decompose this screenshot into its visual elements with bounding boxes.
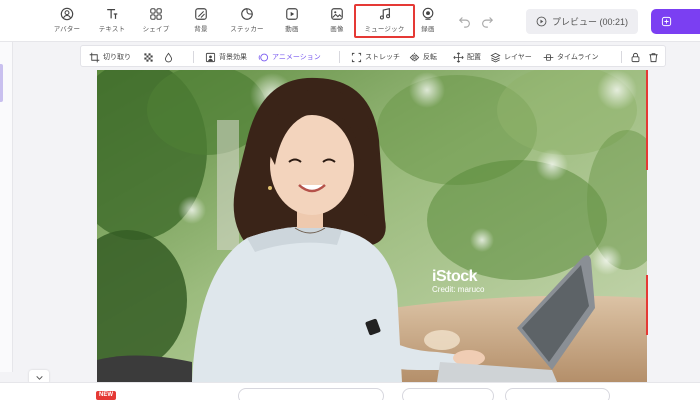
opacity-button[interactable] [163,50,174,64]
flip-label: 反転 [423,54,437,61]
lock-icon [631,52,640,62]
watermark: iStock Credit: maruco [432,268,512,294]
new-badge: NEW [96,391,116,400]
stretch-button[interactable]: ストレッチ [351,50,400,64]
photo-woman-with-laptop [97,70,647,382]
export-button[interactable] [651,9,700,34]
flip-icon [409,52,420,62]
divider [339,51,340,63]
trash-icon [649,52,658,62]
bottom-control[interactable] [238,388,384,400]
tool-label: 録画 [421,26,435,33]
tool-shape[interactable]: シェイプ [133,7,179,37]
layer-label: レイヤー [504,54,532,61]
tool-avatar[interactable]: アバター [44,7,90,37]
crop-button[interactable]: 切り取り [89,50,131,64]
tool-label: アバター [53,26,81,33]
tool-text[interactable]: テキスト [89,7,135,37]
crop-label: 切り取り [103,54,131,61]
text-icon [107,9,118,19]
selection-border [646,275,648,335]
tool-sticker[interactable]: ステッカー [224,7,270,37]
crop-icon [89,52,100,62]
animation-icon [258,53,269,61]
preview-label: プレビュー (00:21) [551,17,629,27]
selection-border [646,70,648,170]
timeline-icon [543,53,554,61]
bottom-control[interactable] [505,388,610,400]
layers-icon [490,52,501,62]
tool-label: 背景 [194,26,208,33]
background-icon [195,8,207,20]
tool-background[interactable]: 背景 [178,7,224,37]
music-icon [379,8,390,20]
flip-button[interactable]: 反転 [409,50,437,64]
bottom-control[interactable] [402,388,494,400]
tool-record[interactable]: 録画 [405,7,451,37]
timeline-label: タイムライン [557,54,599,61]
image-icon [331,8,343,20]
shape-icon [150,8,162,20]
left-panel-indicator[interactable] [0,64,3,102]
animation-label: アニメーション [272,54,321,61]
portrait-icon [205,52,216,62]
droplet-icon [164,52,173,62]
tool-label: シェイプ [142,26,170,33]
lock-button[interactable] [630,50,641,64]
move-icon [453,51,464,63]
undo-icon[interactable] [458,14,472,28]
edit-toolbar: 切り取り 背景効果 アニメーション ストレッチ 反転 配置 レイヤー タイムライ… [80,45,666,67]
tool-label: 動画 [285,26,299,33]
stretch-icon [351,52,362,62]
watermark-credit: Credit: maruco [432,285,485,294]
arrange-label: 配置 [467,54,481,61]
play-icon [536,16,547,27]
left-panel-strip [0,42,13,372]
avatar-icon [60,7,74,21]
redo-icon[interactable] [480,14,494,28]
preview-button[interactable]: プレビュー (00:21) [526,9,638,34]
tool-label: ミュージック [364,26,405,33]
background-effect-label: 背景効果 [219,54,247,61]
animation-button[interactable]: アニメーション [258,50,321,64]
watermark-logo: iStock [432,268,478,285]
record-icon [422,7,434,20]
delete-button[interactable] [648,50,659,64]
tool-video[interactable]: 動画 [269,7,315,37]
tool-label: ステッカー [230,26,264,33]
sticker-icon [241,8,253,20]
tool-label: 画像 [330,26,344,33]
divider [621,51,622,63]
canvas-photo[interactable]: iStock Credit: maruco [97,70,647,382]
stretch-label: ストレッチ [365,54,400,61]
video-icon [286,8,298,20]
background-effect-button[interactable]: 背景効果 [205,50,247,64]
chevron-down-icon [35,375,43,380]
layer-button[interactable]: レイヤー [490,50,532,64]
arrange-button[interactable]: 配置 [453,50,481,64]
top-toolbar: アバター テキスト シェイプ 背景 ステッカー 動画 画像 ミュージック 録画 … [0,0,700,42]
divider [193,51,194,63]
checkerboard-icon [144,52,153,62]
timeline-button[interactable]: タイムライン [543,50,599,64]
export-icon [661,16,672,27]
transparency-button[interactable] [143,50,154,64]
tool-label: テキスト [98,26,126,33]
